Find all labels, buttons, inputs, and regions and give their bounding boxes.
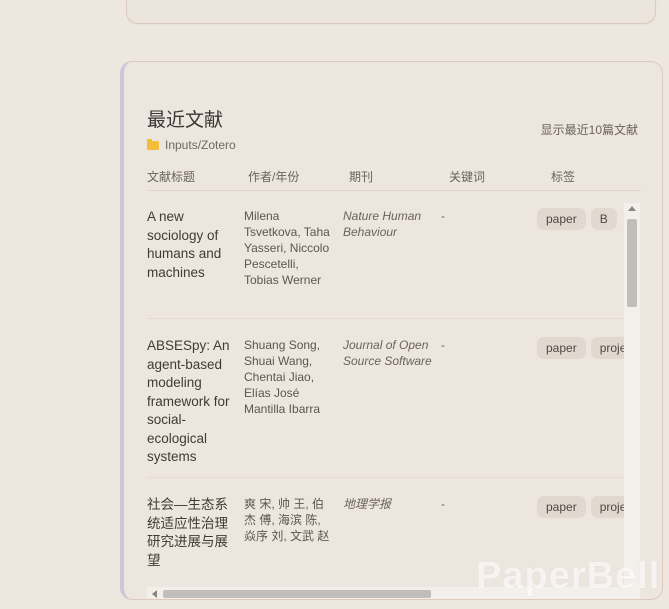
table-row[interactable]: ABSESpy: An agent-based modeling framewo… — [147, 319, 625, 478]
paper-keywords: - — [441, 497, 445, 511]
paper-keywords: - — [441, 338, 445, 352]
paper-keywords: - — [441, 209, 445, 223]
scroll-up-icon[interactable] — [628, 206, 636, 211]
folder-icon — [147, 138, 159, 150]
paper-tags: paper B — [537, 208, 617, 231]
tag-b[interactable]: B — [590, 208, 617, 231]
table-row[interactable]: A new sociology of humans and machines M… — [147, 190, 625, 319]
header-keywords: 关键词 — [449, 170, 486, 184]
paper-authors: 爽 宋, 帅 王, 伯杰 傅, 海滨 陈, 焱序 刘, 文武 赵 — [244, 497, 330, 543]
header-author-year: 作者/年份 — [248, 170, 300, 184]
vertical-scroll-thumb[interactable] — [627, 219, 637, 307]
recent-count-note: 显示最近10篇文献 — [540, 123, 638, 137]
table-header: 文献标题 作者/年份 期刊 关键词 标签 — [147, 168, 641, 191]
vertical-scrollbar[interactable] — [624, 203, 640, 588]
header-title: 文献标题 — [147, 170, 196, 184]
tag-project[interactable]: proje — [590, 337, 625, 360]
horizontal-scroll-thumb[interactable] — [163, 590, 431, 598]
paper-tags: paper proje — [537, 337, 625, 360]
previous-card — [126, 0, 656, 24]
header-journal: 期刊 — [349, 170, 374, 184]
card-title: 最近文献 — [147, 110, 224, 131]
header-tags: 标签 — [551, 170, 576, 184]
tag-paper[interactable]: paper — [537, 208, 586, 231]
watermark: PaperBell — [476, 555, 661, 597]
tag-paper[interactable]: paper — [537, 496, 586, 519]
source-path[interactable]: Inputs/Zotero — [147, 138, 236, 152]
paper-journal: Nature Human Behaviour — [343, 209, 422, 239]
recent-papers-card: 最近文献 Inputs/Zotero 显示最近10篇文献 文献标题 作者/年份 … — [120, 61, 663, 600]
paper-tags: paper proje — [537, 496, 625, 519]
scroll-left-icon[interactable] — [152, 590, 157, 598]
paper-authors: Shuang Song, Shuai Wang, Chentai Jiao, E… — [244, 338, 321, 416]
paper-journal: 地理学报 — [343, 497, 392, 511]
source-path-label: Inputs/Zotero — [165, 138, 236, 152]
table-body[interactable]: A new sociology of humans and machines M… — [147, 190, 625, 588]
paper-title[interactable]: 社会—生态系统适应性治理研究进展与展望 — [147, 496, 231, 570]
paper-journal: Journal of Open Source Software — [343, 338, 432, 368]
paper-authors: Milena Tsvetkova, Taha Yasseri, Niccolo … — [244, 209, 330, 287]
paper-title[interactable]: A new sociology of humans and machines — [147, 208, 231, 282]
tag-project[interactable]: proje — [590, 496, 625, 519]
paper-title[interactable]: ABSESpy: An agent-based modeling framewo… — [147, 337, 231, 467]
tag-paper[interactable]: paper — [537, 337, 586, 360]
